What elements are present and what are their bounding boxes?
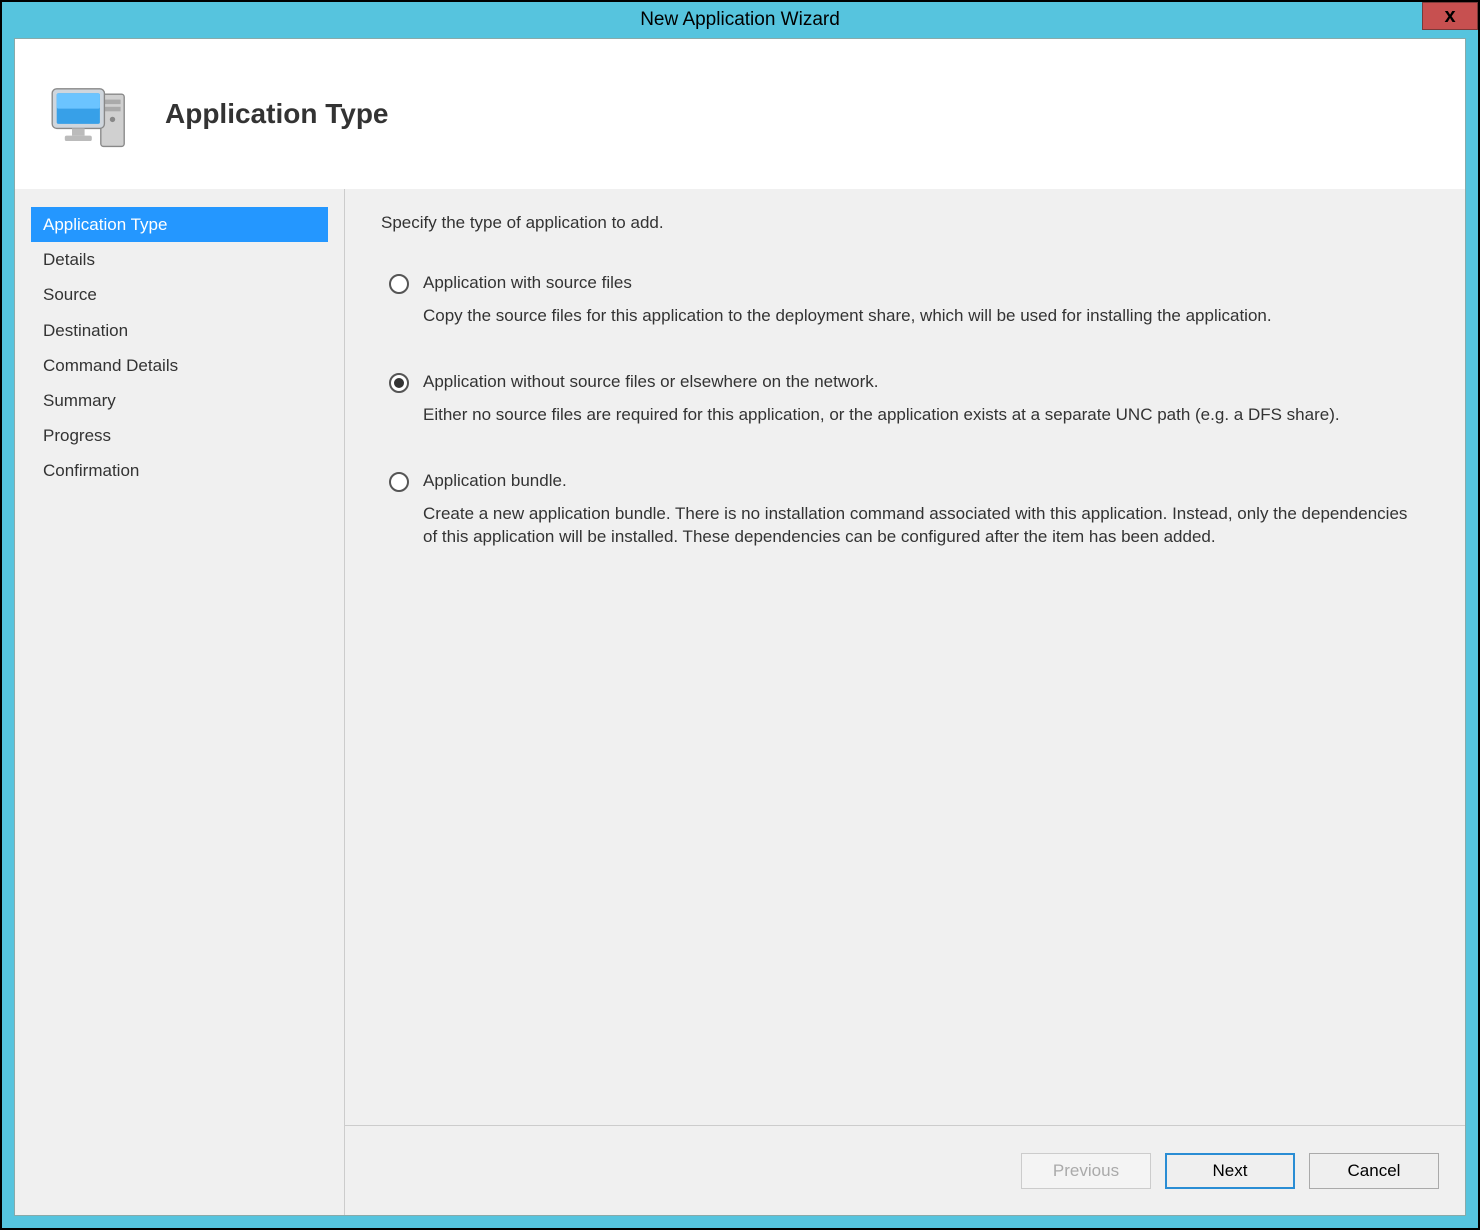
button-label: Next (1213, 1161, 1248, 1181)
sidebar-item-command-details[interactable]: Command Details (31, 348, 328, 383)
window-body: Application Type Application Type Detail… (14, 38, 1466, 1216)
radio-option-without-source[interactable]: Application without source files or else… (389, 372, 1429, 427)
radio-icon[interactable] (389, 373, 409, 393)
radio-description: Create a new application bundle. There i… (423, 503, 1429, 549)
previous-button: Previous (1021, 1153, 1151, 1189)
radio-icon[interactable] (389, 274, 409, 294)
sidebar-item-label: Summary (43, 391, 116, 410)
sidebar-item-label: Source (43, 285, 97, 304)
app-type-radio-group: Application with source files Copy the s… (381, 273, 1429, 549)
title-bar: New Application Wizard x (2, 2, 1478, 38)
cancel-button[interactable]: Cancel (1309, 1153, 1439, 1189)
sidebar-item-destination[interactable]: Destination (31, 313, 328, 348)
sidebar-item-application-type[interactable]: Application Type (31, 207, 328, 242)
content-area: Specify the type of application to add. … (345, 189, 1465, 1125)
radio-description: Either no source files are required for … (423, 404, 1429, 427)
radio-text-block: Application with source files Copy the s… (423, 273, 1429, 328)
radio-description: Copy the source files for this applicati… (423, 305, 1429, 328)
sidebar-item-source[interactable]: Source (31, 277, 328, 312)
window-title: New Application Wizard (640, 9, 840, 31)
sidebar-item-summary[interactable]: Summary (31, 383, 328, 418)
sidebar-item-label: Confirmation (43, 461, 139, 480)
sidebar-item-label: Command Details (43, 356, 178, 375)
button-label: Cancel (1348, 1161, 1401, 1181)
wizard-header: Application Type (15, 39, 1465, 189)
radio-option-bundle[interactable]: Application bundle. Create a new applica… (389, 471, 1429, 549)
wizard-window: New Application Wizard x (0, 0, 1480, 1230)
sidebar-item-label: Details (43, 250, 95, 269)
radio-icon[interactable] (389, 472, 409, 492)
sidebar-item-label: Progress (43, 426, 111, 445)
radio-text-block: Application without source files or else… (423, 372, 1429, 427)
radio-label: Application without source files or else… (423, 372, 1429, 392)
computer-icon (45, 69, 135, 159)
wizard-main: Specify the type of application to add. … (345, 189, 1465, 1215)
radio-option-with-source[interactable]: Application with source files Copy the s… (389, 273, 1429, 328)
next-button[interactable]: Next (1165, 1153, 1295, 1189)
page-title: Application Type (165, 98, 389, 130)
radio-label: Application with source files (423, 273, 1429, 293)
prompt-text: Specify the type of application to add. (381, 213, 1429, 233)
sidebar-item-progress[interactable]: Progress (31, 418, 328, 453)
sidebar-item-label: Application Type (43, 215, 167, 234)
wizard-body: Application Type Details Source Destinat… (15, 189, 1465, 1215)
close-icon: x (1444, 5, 1455, 28)
sidebar-item-details[interactable]: Details (31, 242, 328, 277)
wizard-footer: Previous Next Cancel (345, 1125, 1465, 1215)
button-label: Previous (1053, 1161, 1119, 1181)
sidebar-item-confirmation[interactable]: Confirmation (31, 453, 328, 488)
close-button[interactable]: x (1422, 2, 1478, 30)
radio-label: Application bundle. (423, 471, 1429, 491)
wizard-steps-sidebar: Application Type Details Source Destinat… (15, 189, 345, 1215)
radio-text-block: Application bundle. Create a new applica… (423, 471, 1429, 549)
sidebar-item-label: Destination (43, 321, 128, 340)
